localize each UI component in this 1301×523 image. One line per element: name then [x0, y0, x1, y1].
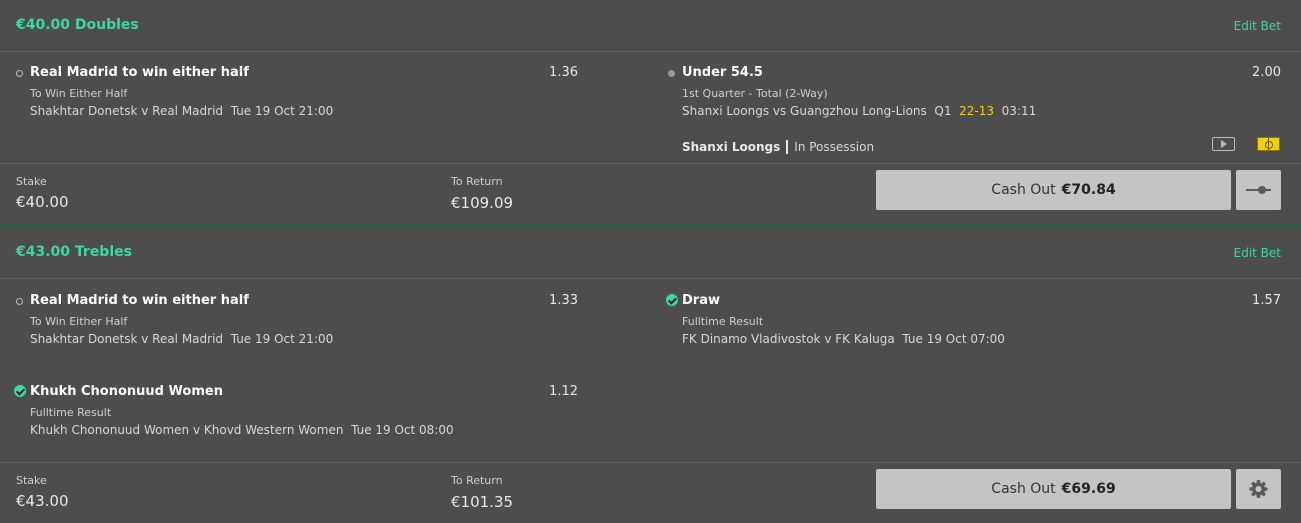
selection-market: 1st Quarter - Total (2-Way)	[682, 87, 828, 100]
selection-odds: 2.00	[1252, 65, 1281, 80]
divider	[0, 462, 1301, 463]
selection-odds: 1.33	[549, 293, 578, 308]
possession-team: Shanxi Loongs	[682, 140, 789, 154]
game-clock: 03:11	[1001, 104, 1037, 118]
selection-event: Shakhtar Donetsk v Real Madrid Tue 19 Oc…	[30, 332, 334, 346]
open-status-icon	[16, 298, 23, 305]
selection-odds: 1.36	[549, 65, 578, 80]
partial-cashout-button[interactable]	[1236, 170, 1281, 210]
return-value: €101.35	[451, 493, 514, 511]
selection-odds: 1.57	[1252, 293, 1281, 308]
return-label: To Return	[451, 175, 503, 188]
edit-bet-link[interactable]: Edit Bet	[1234, 246, 1281, 260]
bet-card-trebles: €43.00 Trebles Edit Bet Real Madrid to w…	[0, 228, 1301, 523]
edit-bet-link[interactable]: Edit Bet	[1234, 19, 1281, 33]
cash-out-button[interactable]: Cash Out €70.84	[876, 170, 1231, 210]
stake-label: Stake	[16, 175, 47, 188]
return-label: To Return	[451, 474, 503, 487]
possession-indicator: Shanxi Loongs In Possession	[682, 140, 874, 154]
selection-name: Real Madrid to win either half	[30, 293, 249, 308]
bet-header: €43.00 Trebles Edit Bet	[0, 227, 1301, 279]
cash-out-label: Cash Out	[991, 182, 1056, 198]
selection-event: Shakhtar Donetsk v Real Madrid Tue 19 Oc…	[30, 104, 334, 118]
cashout-settings-button[interactable]	[1236, 469, 1281, 509]
selection-name: Real Madrid to win either half	[30, 65, 249, 80]
bet-header: €40.00 Doubles Edit Bet	[0, 0, 1301, 52]
live-status-icon	[668, 70, 675, 77]
open-status-icon	[16, 70, 23, 77]
gear-icon	[1249, 480, 1268, 498]
bet-title: €40.00 Doubles	[16, 17, 139, 33]
live-stream-icon[interactable]	[1212, 137, 1235, 151]
cash-out-button[interactable]: Cash Out €69.69	[876, 469, 1231, 509]
selection-event: Khukh Chononuud Women v Khovd Western Wo…	[30, 423, 454, 437]
stake-value: €40.00	[16, 193, 69, 211]
check-circle-icon	[14, 385, 26, 397]
match-tracker-icon[interactable]	[1257, 137, 1280, 151]
selection-market: Fulltime Result	[30, 406, 112, 419]
selection-name: Draw	[682, 293, 720, 308]
return-value: €109.09	[451, 194, 514, 212]
selection-name: Under 54.5	[682, 65, 763, 80]
cash-out-amount: €70.84	[1061, 182, 1116, 198]
selection-market: Fulltime Result	[682, 315, 764, 328]
cash-out-label: Cash Out	[991, 481, 1056, 497]
live-score: 22-13	[959, 104, 995, 118]
check-circle-icon	[666, 294, 678, 306]
bet-title: €43.00 Trebles	[16, 244, 132, 260]
slider-icon	[1246, 186, 1271, 194]
selection-event: FK Dinamo Vladivostok v FK Kaluga Tue 19…	[682, 332, 1005, 346]
divider	[0, 163, 1301, 164]
selection-odds: 1.12	[549, 384, 578, 399]
bet-card-doubles: €40.00 Doubles Edit Bet Real Madrid to w…	[0, 0, 1301, 226]
selection-name: Khukh Chononuud Women	[30, 384, 223, 399]
possession-label: In Possession	[794, 140, 875, 154]
selection-market: To Win Either Half	[30, 87, 128, 100]
cash-out-amount: €69.69	[1061, 481, 1116, 497]
stake-label: Stake	[16, 474, 47, 487]
stake-value: €43.00	[16, 492, 69, 510]
selection-market: To Win Either Half	[30, 315, 128, 328]
selection-event: Shanxi Loongs vs Guangzhou Long-Lions Q1…	[682, 104, 1037, 118]
